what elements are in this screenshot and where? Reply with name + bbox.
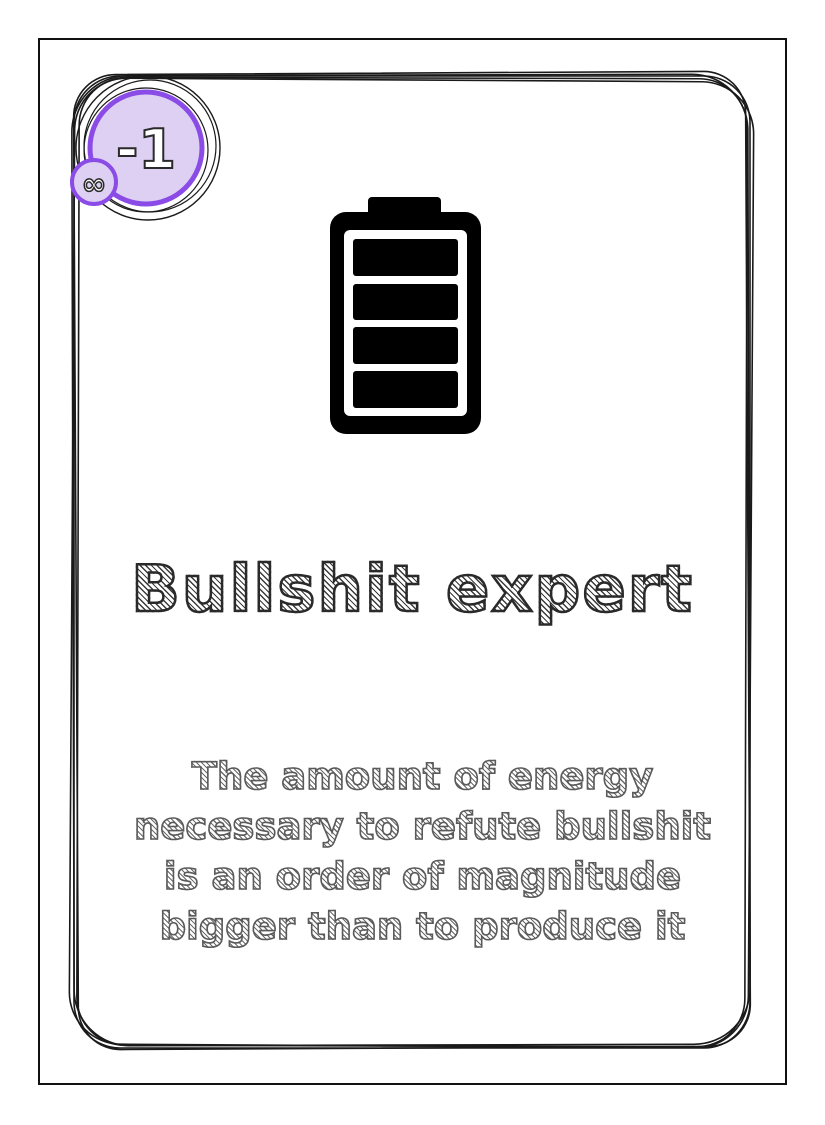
uses-value: ∞	[82, 167, 107, 202]
cost-value: -1	[116, 118, 176, 181]
card-title: Bullshit expert	[80, 553, 745, 626]
description-line: is an order of magnitude	[163, 854, 682, 899]
battery-full-icon	[330, 197, 481, 434]
uses-badge: ∞	[70, 158, 118, 206]
description-line: bigger than to produce it	[159, 904, 686, 949]
card-page: -1 ∞ Bullshit expert The amount of energ…	[0, 0, 825, 1125]
description-line: necessary to refute bullshit	[133, 804, 712, 849]
card-description: The amount of energy necessary to refute…	[95, 752, 750, 952]
description-line: The amount of energy	[191, 754, 654, 799]
